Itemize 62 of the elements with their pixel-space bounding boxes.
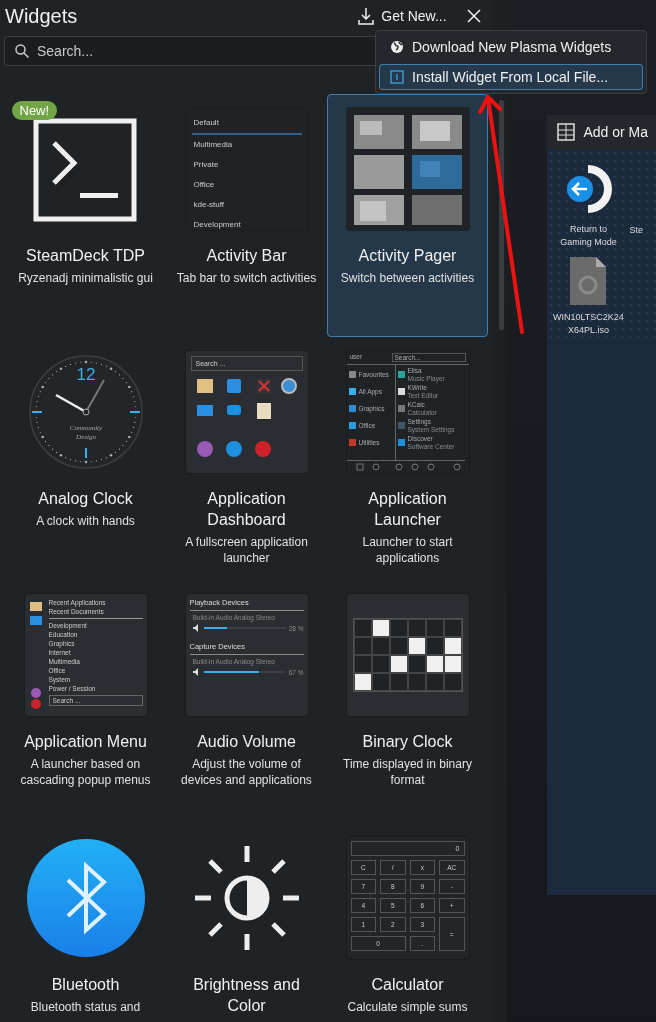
activity-item: Office (192, 179, 216, 191)
category-icon (348, 405, 356, 412)
speaker-icon (192, 668, 201, 676)
activity-item: Development (192, 219, 242, 230)
close-icon (466, 9, 481, 23)
disc-file-icon[interactable] (568, 257, 609, 305)
widget-description: A clock with hands (35, 513, 136, 529)
widget-card[interactable]: Bluetooth Bluetooth status and (5, 823, 166, 1022)
widget-description: Adjust the volume of devices and applications (180, 756, 313, 788)
grid-icon (557, 123, 576, 141)
widget-title: Application Dashboard (206, 489, 287, 530)
widget-card[interactable]: Brightness and Color (166, 823, 327, 1022)
new-badge: New! (11, 101, 58, 120)
speaker-icon (192, 624, 201, 632)
app-icon (397, 371, 405, 378)
desktop-icon-label[interactable]: WIN10LTSC2K24 X64PL.iso (550, 311, 627, 337)
widget-card[interactable]: Activity Pager Switch between activities (327, 94, 488, 337)
file-icon (390, 70, 404, 84)
widget-description: A launcher based on cascading popup menus (19, 756, 152, 788)
desktop-icon-label[interactable]: Return to Gaming Mode (558, 223, 619, 249)
widget-title: Application Menu (23, 732, 148, 752)
menu-item[interactable]: Install Widget From Local File... (379, 64, 643, 90)
app-icon (397, 388, 405, 395)
app-icon (397, 439, 405, 446)
category-icon (348, 439, 356, 446)
widget-title: Calculator (370, 975, 445, 995)
widget-description: Ryzenadj minimalistic gui (17, 270, 154, 286)
activity-item: Private (192, 159, 220, 171)
desktop-icon-label[interactable]: Ste (629, 224, 643, 237)
widget-title: Binary Clock (361, 732, 454, 752)
widget-card[interactable]: New! SteamDeck TDP Ryzenadj minimalistic gui (5, 94, 166, 337)
widget-description: Launcher to start applications (361, 534, 454, 566)
app-icon (397, 405, 405, 412)
widget-description: Calculate simple sums (346, 999, 469, 1015)
widget-title: Analog Clock (37, 489, 134, 509)
category-icon (348, 371, 356, 378)
activity-item: Default (191, 113, 302, 135)
window-title: Add or Ma (583, 124, 648, 140)
widget-card[interactable]: Binary Clock Time displayed in binary format (327, 580, 488, 823)
widget-title: SteamDeck TDP (25, 246, 146, 266)
widget-title: Application Launcher (367, 489, 448, 530)
widget-title: Bluetooth (50, 975, 121, 995)
widget-title: Brightness and Color (192, 975, 301, 1016)
activity-item: Multimedia (192, 139, 234, 151)
panel-title: Widgets (5, 4, 79, 28)
app-icon (397, 422, 405, 429)
widget-description: Time displayed in binary format (342, 756, 473, 788)
widget-description: Bluetooth status and (29, 999, 142, 1015)
get-new-button[interactable]: Get New... (351, 3, 453, 29)
download-icon (357, 7, 376, 25)
widget-title: Activity Bar (205, 246, 288, 266)
widget-card[interactable]: Default Multimedia Private Office kde-stuff Development Activity Bar Tab bar to switch activities (166, 94, 327, 337)
globe-icon (390, 40, 404, 54)
widget-title: Audio Volume (196, 732, 297, 752)
category-icon (348, 388, 356, 395)
category-icon (348, 422, 356, 429)
widget-description: Switch between activities (339, 270, 476, 286)
widget-description: Tab bar to switch activities (175, 270, 318, 286)
widget-title: Activity Pager (357, 246, 458, 266)
activity-item: kde-stuff (192, 199, 226, 211)
menu-item-label: Install Widget From Local File... (412, 69, 609, 85)
widget-description: A fullscreen application launcher (184, 534, 309, 566)
